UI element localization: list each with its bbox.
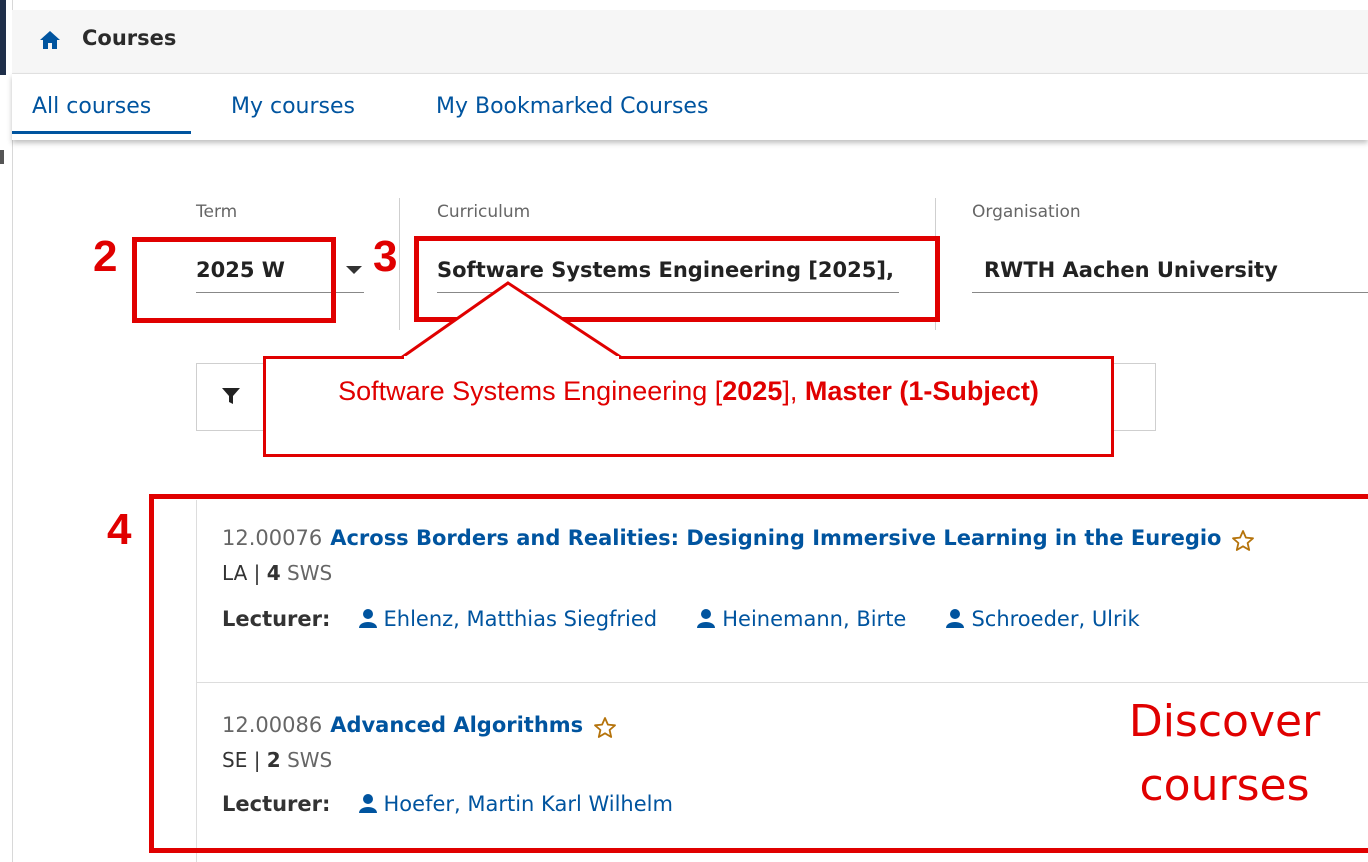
curriculum-tooltip: Software Systems Engineering [2025], Mas… [263,356,1114,457]
annotation-number-4: 4 [107,505,132,554]
tooltip-pointer-join [404,356,619,360]
discover-courses-callout: Discover courses [1117,690,1332,818]
